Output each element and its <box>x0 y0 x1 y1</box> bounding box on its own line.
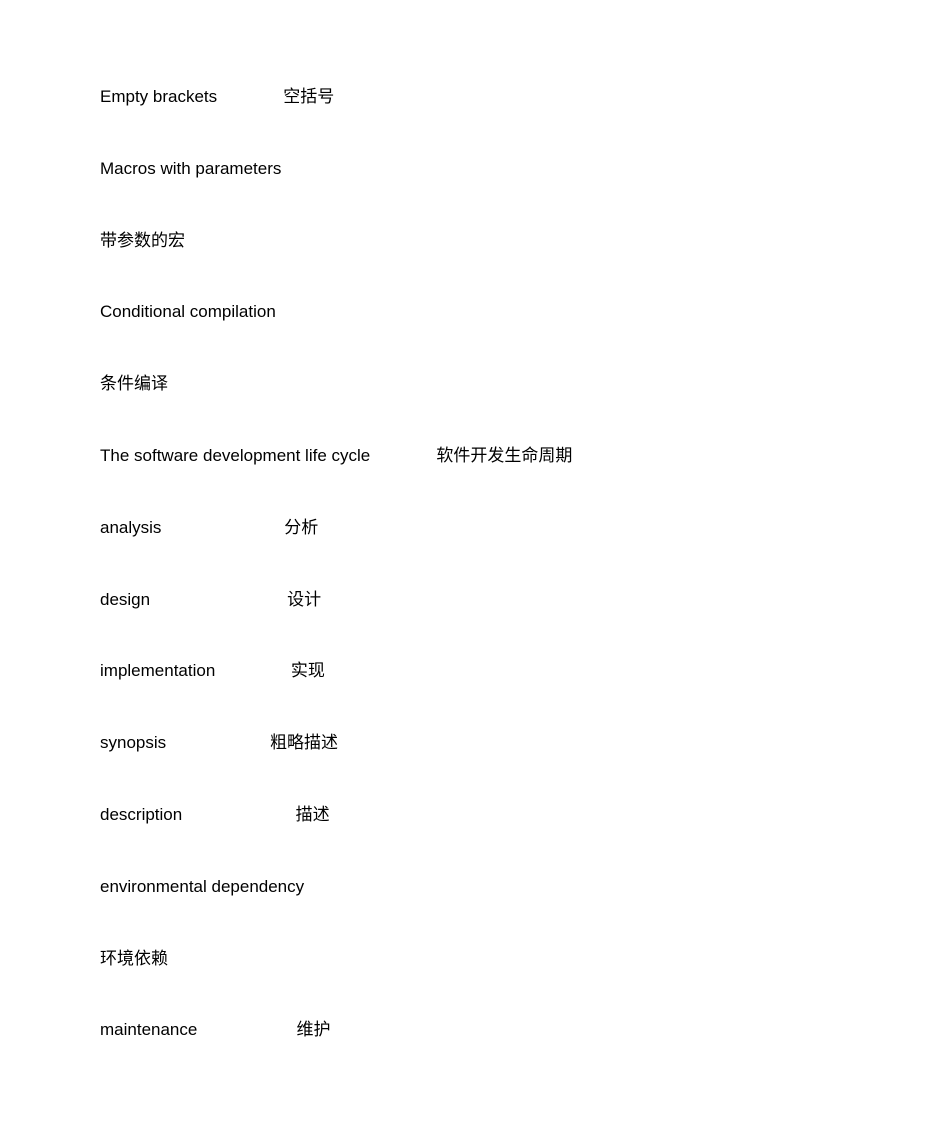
text-line-10: synopsis 粗略描述 <box>100 731 945 755</box>
text-line-4: Conditional compilation <box>100 300 945 324</box>
text-line-11: description 描述 <box>100 803 945 827</box>
text-line-14: maintenance 维护 <box>100 1018 945 1042</box>
text-line-5: 条件编译 <box>100 372 945 396</box>
text-line-2: Macros with parameters <box>100 157 945 181</box>
text-line-9: implementation 实现 <box>100 659 945 683</box>
text-line-7: analysis 分析 <box>100 516 945 540</box>
text-line-3: 带参数的宏 <box>100 229 945 253</box>
text-line-13: 环境依赖 <box>100 947 945 971</box>
text-line-6: The software development life cycle 软件开发… <box>100 444 945 468</box>
text-line-12: environmental dependency <box>100 875 945 899</box>
text-line-1: Empty brackets 空括号 <box>100 85 945 109</box>
text-line-8: design 设计 <box>100 588 945 612</box>
